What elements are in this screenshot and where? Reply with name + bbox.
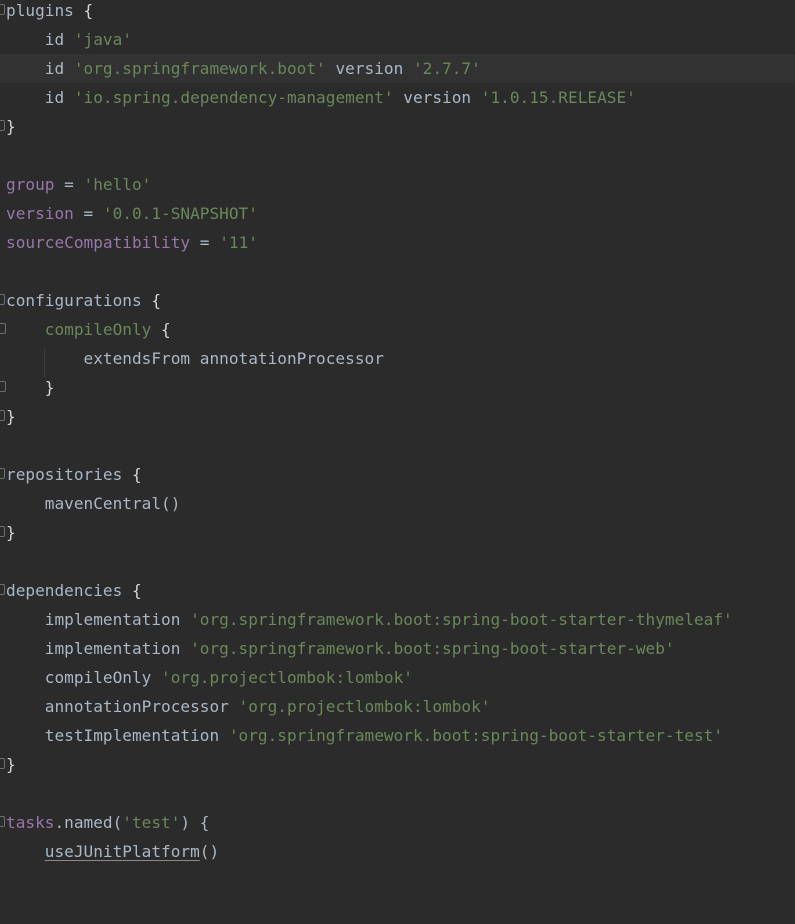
code-line-14[interactable]: } (0, 373, 795, 402)
token-brace: } (6, 523, 16, 542)
token-method: .named( (54, 813, 123, 832)
token-brace: ) { (180, 813, 210, 832)
code-line-7[interactable]: group = 'hello' (0, 170, 795, 199)
token-string: 'org.springframework.boot:spring-boot-st… (228, 726, 724, 745)
code-line-2[interactable]: id 'java' (0, 25, 795, 54)
token-plain: id (6, 88, 74, 107)
token-property: group (6, 175, 55, 194)
fold-end-icon[interactable] (0, 120, 5, 131)
token-plain: implementation (6, 610, 191, 629)
code-line-29[interactable]: tasks.named('test') { (0, 808, 795, 837)
fold-end-icon[interactable] (0, 526, 5, 537)
fold-end-icon[interactable] (0, 410, 5, 421)
token-brace: { (151, 320, 171, 339)
code-line-17[interactable]: repositories { (0, 460, 795, 489)
code-line-24[interactable]: compileOnly 'org.projectlombok:lombok' (0, 663, 795, 692)
token-plain: annotationProcessor (6, 697, 239, 716)
code-line-30[interactable]: useJUnitPlatform() (0, 837, 795, 866)
token-plain: id (6, 59, 74, 78)
token-brace: } (6, 755, 16, 774)
token-operator: = (73, 204, 103, 223)
token-brace: } (6, 407, 16, 426)
token-brace: } (6, 117, 16, 136)
token-string: '11' (219, 233, 258, 252)
code-line-21[interactable]: dependencies { (0, 576, 795, 605)
code-line-23[interactable]: implementation 'org.springframework.boot… (0, 634, 795, 663)
code-line-27[interactable]: } (0, 750, 795, 779)
code-line-3[interactable]: id 'org.springframework.boot' version '2… (0, 54, 795, 83)
code-line-13[interactable]: extendsFrom annotationProcessor (0, 344, 795, 373)
token-brace: { (122, 465, 142, 484)
token-plain: compileOnly (6, 668, 162, 687)
token-string: 'org.springframework.boot:spring-boot-st… (190, 610, 733, 629)
token-configuration: compileOnly (44, 320, 152, 339)
token-method-call[interactable]: useJUnitPlatform (45, 842, 200, 861)
token-brace: { (141, 291, 162, 310)
code-line-1[interactable]: plugins { (0, 0, 795, 25)
fold-marker-icon[interactable] (0, 4, 5, 15)
token-parens: () (199, 842, 220, 861)
token-plain: testImplementation (6, 726, 229, 745)
code-line-12[interactable]: compileOnly { (0, 315, 795, 344)
fold-marker-icon[interactable] (0, 468, 5, 479)
token-operator: = (54, 175, 84, 194)
token-brace: } (6, 378, 55, 397)
token-plain: mavenCentral() (6, 494, 181, 513)
code-line-18[interactable]: mavenCentral() (0, 489, 795, 518)
code-line-9[interactable]: sourceCompatibility = '11' (0, 228, 795, 257)
token-brace: { (73, 1, 94, 20)
token-string: 'org.springframework.boot' (73, 59, 326, 78)
code-line-8[interactable]: version = '0.0.1-SNAPSHOT' (0, 199, 795, 228)
token-plain: id (6, 30, 74, 49)
code-line-5[interactable]: } (0, 112, 795, 141)
token-keyword: configurations (6, 291, 142, 310)
token-property: tasks (6, 813, 55, 832)
token-property: sourceCompatibility (6, 233, 191, 252)
code-line-4[interactable]: id 'io.spring.dependency-management' ver… (0, 83, 795, 112)
fold-marker-icon[interactable] (0, 584, 5, 595)
token-string: 'org.projectlombok:lombok' (161, 668, 413, 687)
code-editor[interactable]: plugins { id 'java' id 'org.springframew… (0, 0, 795, 863)
fold-marker-icon[interactable] (0, 816, 5, 827)
fold-end-icon[interactable] (0, 758, 5, 769)
token-plain: version (393, 88, 481, 107)
code-line-26[interactable]: testImplementation 'org.springframework.… (0, 721, 795, 750)
token-operator: = (190, 233, 220, 252)
token-string: 'org.projectlombok:lombok' (238, 697, 491, 716)
code-line-15[interactable]: } (0, 402, 795, 431)
token-keyword: dependencies (6, 581, 123, 600)
token-plain: implementation (6, 639, 191, 658)
token-string: 'io.spring.dependency-management' (73, 88, 394, 107)
code-line-19[interactable]: } (0, 518, 795, 547)
token-string: 'test' (122, 813, 181, 832)
code-line-22[interactable]: implementation 'org.springframework.boot… (0, 605, 795, 634)
token-string: 'org.springframework.boot:spring-boot-st… (190, 639, 675, 658)
token-keyword: plugins (6, 1, 74, 20)
token-keyword: repositories (6, 465, 123, 484)
token-string: 'java' (73, 30, 132, 49)
code-line-25[interactable]: annotationProcessor 'org.projectlombok:l… (0, 692, 795, 721)
token-brace: { (122, 581, 142, 600)
token-string: '2.7.7' (412, 59, 481, 78)
token-property: version (6, 204, 74, 223)
fold-marker-icon[interactable] (0, 294, 5, 305)
token-string: 'hello' (83, 175, 152, 194)
token-plain: version (325, 59, 413, 78)
token-string: '1.0.15.RELEASE' (480, 88, 636, 107)
code-line-11[interactable]: configurations { (0, 286, 795, 315)
token-string: '0.0.1-SNAPSHOT' (102, 204, 258, 223)
token-plain: extendsFrom annotationProcessor (6, 349, 384, 368)
